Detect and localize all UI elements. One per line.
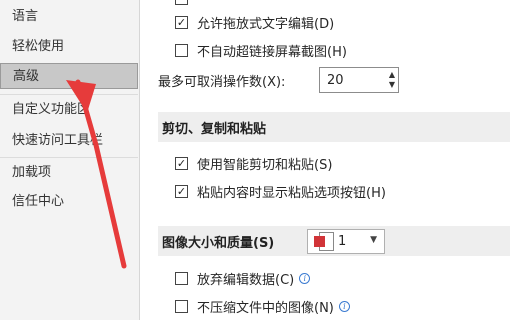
annotation-arrow bbox=[66, 79, 127, 269]
